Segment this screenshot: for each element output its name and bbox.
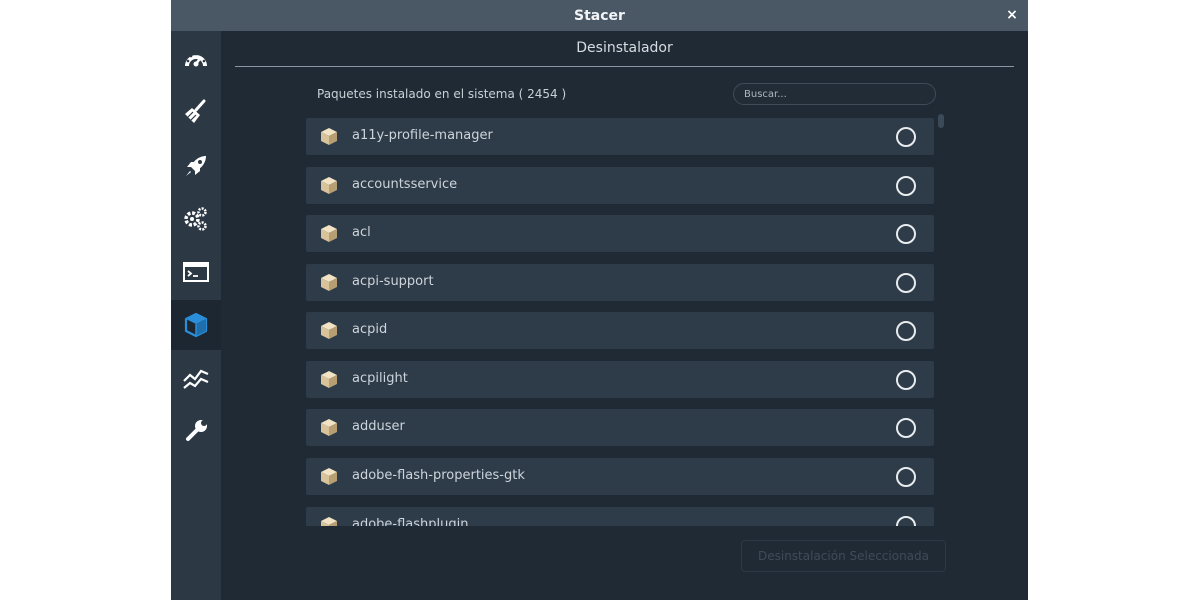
- uninstall-selected-button[interactable]: Desinstalación Seleccionada: [741, 540, 946, 572]
- package-box-icon: [321, 225, 337, 242]
- package-row-6[interactable]: adduser: [306, 409, 934, 446]
- dashboard-icon: [185, 52, 207, 67]
- package-name: a11y-profile-manager: [352, 128, 493, 143]
- title-divider: [235, 66, 1014, 67]
- package-box-icon: [321, 177, 337, 194]
- package-checkbox[interactable]: [896, 516, 916, 526]
- package-box-icon: [321, 274, 337, 291]
- package-name: acpilight: [352, 371, 408, 386]
- package-checkbox[interactable]: [896, 224, 916, 244]
- package-row-3[interactable]: acpi-support: [306, 264, 934, 301]
- rocket-icon: [186, 156, 206, 176]
- sidebar-item-services[interactable]: [171, 194, 221, 244]
- package-row-2[interactable]: acl: [306, 215, 934, 252]
- stacer-window: Stacer × Desinstalador Paquetes instalad…: [171, 0, 1028, 600]
- package-row-1[interactable]: accountsservice: [306, 167, 934, 204]
- terminal-icon: [183, 262, 209, 282]
- package-name: adobe-flashplugin: [352, 517, 469, 526]
- package-checkbox[interactable]: [896, 127, 916, 147]
- search-input[interactable]: [733, 83, 936, 105]
- wrench-icon: [186, 420, 207, 441]
- package-list: a11y-profile-manager accountsservice acl…: [306, 118, 936, 526]
- package-box-icon: [321, 468, 337, 485]
- page-title: Desinstalador: [576, 40, 673, 56]
- package-box-icon: [321, 517, 337, 526]
- package-name: adobe-flash-properties-gtk: [352, 468, 525, 483]
- package-box-icon: [321, 419, 337, 436]
- chart-line-icon: [183, 369, 209, 389]
- sidebar-item-cleaner[interactable]: [171, 87, 221, 137]
- package-name: acpid: [352, 322, 388, 337]
- sidebar-item-processes[interactable]: [171, 247, 221, 297]
- window-title: Stacer: [574, 7, 625, 24]
- package-checkbox[interactable]: [896, 273, 916, 293]
- uninstaller-panel: Desinstalador Paquetes instalado en el s…: [221, 31, 1028, 600]
- package-checkbox[interactable]: [896, 370, 916, 390]
- package-row-4[interactable]: acpid: [306, 312, 934, 349]
- package-name: accountsservice: [352, 177, 458, 192]
- sidebar: [171, 31, 221, 600]
- package-name: acpi-support: [352, 274, 434, 289]
- package-box-icon: [321, 322, 337, 339]
- sidebar-item-resources[interactable]: [171, 353, 221, 403]
- title-bar: Stacer ×: [171, 0, 1028, 31]
- sidebar-item-startup[interactable]: [171, 141, 221, 191]
- package-checkbox[interactable]: [896, 321, 916, 341]
- list-scrollbar[interactable]: [938, 114, 944, 128]
- sidebar-item-uninstaller[interactable]: [171, 300, 221, 350]
- package-row-7[interactable]: adobe-flash-properties-gtk: [306, 458, 934, 495]
- package-name: adduser: [352, 419, 405, 434]
- package-count-label: Paquetes instalado en el sistema ( 2454 …: [317, 87, 567, 101]
- sidebar-item-settings[interactable]: [171, 406, 221, 456]
- package-box-icon: [321, 371, 337, 388]
- package-checkbox[interactable]: [896, 176, 916, 196]
- package-row-0[interactable]: a11y-profile-manager: [306, 118, 934, 155]
- package-checkbox[interactable]: [896, 418, 916, 438]
- package-checkbox[interactable]: [896, 467, 916, 487]
- package-row-8[interactable]: adobe-flashplugin: [306, 507, 934, 526]
- broom-icon: [185, 99, 206, 123]
- package-icon: [184, 312, 208, 338]
- package-name: acl: [352, 225, 371, 240]
- package-box-icon: [321, 128, 337, 145]
- sidebar-item-dashboard[interactable]: [171, 35, 221, 85]
- package-row-5[interactable]: acpilight: [306, 361, 934, 398]
- close-icon[interactable]: ×: [1004, 7, 1020, 23]
- gears-icon: [184, 207, 207, 231]
